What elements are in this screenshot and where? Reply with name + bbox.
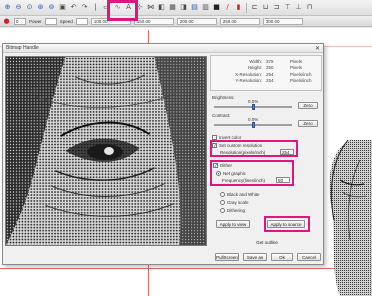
- brightness-label: Brightness:: [212, 95, 235, 100]
- save-as-button[interactable]: Save as: [243, 253, 267, 261]
- ruler-mark: 200.00: [176, 17, 217, 25]
- info-unit: Pixels: [290, 65, 303, 71]
- info-key: Height:: [247, 65, 262, 71]
- ruler-mark: 250.00: [219, 17, 260, 25]
- line-tool-icon[interactable]: |: [91, 3, 100, 12]
- dithering-radio[interactable]: [220, 208, 225, 213]
- speed-label: Speed: [59, 18, 73, 24]
- info-row: Y-Resolution: 254 Pixels/inch: [214, 78, 318, 85]
- info-row: Height: 250 Pixels: [214, 65, 318, 72]
- black-white-label: Black and White: [227, 192, 260, 197]
- contrast-slider-thumb[interactable]: [251, 122, 255, 128]
- crop-icon[interactable]: ▣: [58, 3, 67, 12]
- folder-icon[interactable]: ▥: [201, 3, 210, 12]
- info-key: Y-Resolution:: [235, 78, 262, 84]
- align-left-icon[interactable]: ⊏: [250, 3, 259, 12]
- dither-highlight-box: [210, 160, 294, 186]
- info-unit: Pixels/inch: [290, 78, 312, 84]
- pull-screen-button[interactable]: PullScreen: [215, 253, 239, 261]
- align-bottom-icon[interactable]: ⊓: [305, 3, 314, 12]
- layer-select[interactable]: 0: [14, 17, 26, 25]
- black-white-radio[interactable]: [220, 192, 225, 197]
- dialog-title: Bitmap Handle: [6, 45, 39, 51]
- background-portrait-photo: [329, 140, 372, 296]
- undo-icon[interactable]: ↶: [69, 3, 78, 12]
- guide-line-horizontal: [0, 268, 372, 269]
- bitmap-preview: [5, 56, 207, 246]
- close-icon[interactable]: ✕: [315, 45, 320, 52]
- info-key: Width:: [249, 58, 262, 64]
- align-center-icon[interactable]: ⊔: [261, 3, 270, 12]
- zoom-out-icon[interactable]: ⊖: [14, 3, 23, 12]
- monitor-icon[interactable]: ▤: [190, 3, 199, 12]
- dialog-titlebar[interactable]: Bitmap Handle ✕: [3, 44, 323, 53]
- main-toolbar: ⊕ ⊖ ⊙ ⊛ ⊚ ▣ ↶ ↷ | ▭ ∿ A ⊹ ⋈ ◧ ▦ ◨ ▤ ▥ ■ …: [0, 0, 372, 16]
- ok-button[interactable]: Ok: [271, 253, 293, 261]
- info-unit: Pixels/inch: [290, 71, 312, 77]
- contrast-label: Contrast:: [212, 113, 231, 118]
- dithering-label: Dithering: [227, 208, 246, 213]
- align-top-icon[interactable]: ⊥: [294, 3, 303, 12]
- speed-field[interactable]: [75, 17, 88, 25]
- contrast-zero-button[interactable]: Zero: [298, 120, 318, 127]
- grid-icon[interactable]: ▦: [168, 3, 177, 12]
- info-row: X-Resolution: 254 Pixels/inch: [214, 71, 318, 78]
- ruler-mark: 300.00: [262, 17, 303, 25]
- brightness-slider-thumb[interactable]: [251, 104, 255, 110]
- image-icon[interactable]: ◧: [157, 3, 166, 12]
- palette-icon[interactable]: ◨: [179, 3, 188, 12]
- redo-icon[interactable]: ↷: [80, 3, 89, 12]
- bitmap-settings-panel: Width: 375 Pixels Height: 250 Pixels X-R…: [210, 55, 322, 260]
- ruler-mark: 150.00: [133, 17, 174, 25]
- brightness-zero-button[interactable]: Zero: [298, 102, 318, 109]
- layer-color-icon[interactable]: ●: [2, 17, 11, 26]
- paint-icon[interactable]: ▮: [234, 3, 243, 12]
- cancel-button[interactable]: Cancel: [297, 253, 321, 261]
- zoom-fit-icon[interactable]: ⊙: [25, 3, 34, 12]
- info-value: 254: [266, 71, 274, 77]
- apply-to-view-button[interactable]: Apply to view: [216, 220, 250, 228]
- grayscale-radio[interactable]: [220, 200, 225, 205]
- info-value: 250: [266, 65, 274, 71]
- toolbar-divider: [246, 2, 247, 13]
- zoom-page-icon[interactable]: ⊛: [36, 3, 45, 12]
- secondary-toolbar: ● 0 Power Speed 100.00 150.00 200.00 250…: [0, 16, 372, 27]
- camera-icon[interactable]: ■: [212, 3, 221, 12]
- info-value: 254: [266, 78, 274, 84]
- apply-source-highlight-box: [264, 216, 310, 232]
- info-row: Width: 375 Pixels: [214, 58, 318, 65]
- bitmap-handle-dialog: Bitmap Handle ✕ Width: 375 Pixels Height…: [2, 43, 324, 265]
- align-right-icon[interactable]: ⊐: [272, 3, 281, 12]
- get-outline-button[interactable]: Get outline: [250, 238, 284, 246]
- power-field[interactable]: [44, 17, 57, 25]
- info-unit: Pixels: [290, 58, 303, 64]
- pencil-icon[interactable]: /: [223, 3, 232, 12]
- mirror-icon[interactable]: ⋈: [146, 3, 155, 12]
- info-value: 375: [266, 58, 274, 64]
- grayscale-label: Gray scale: [227, 200, 249, 205]
- zoom-in-icon[interactable]: ⊕: [3, 3, 12, 12]
- resolution-highlight-box: [210, 140, 298, 157]
- power-label: Power: [29, 18, 42, 24]
- info-key: X-Resolution:: [234, 71, 262, 77]
- image-info-box: Width: 375 Pixels Height: 250 Pixels X-R…: [210, 55, 322, 91]
- distribute-icon[interactable]: ⊤: [283, 3, 292, 12]
- zoom-select-icon[interactable]: ⊚: [47, 3, 56, 12]
- toolbar-highlight-box: [107, 0, 138, 21]
